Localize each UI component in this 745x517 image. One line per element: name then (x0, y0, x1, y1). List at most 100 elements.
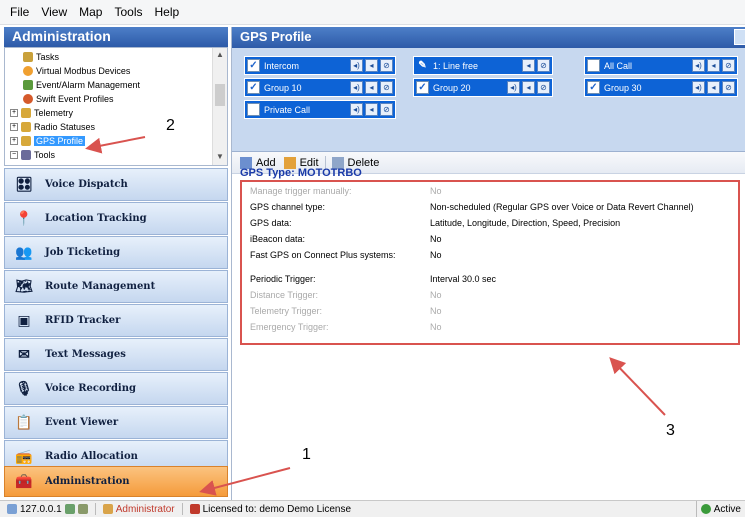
prop-value: Non-scheduled (Regular GPS over Voice or… (430, 202, 694, 212)
checkbox[interactable] (247, 103, 260, 116)
mute-icon[interactable]: ⊘ (380, 81, 393, 94)
channel-label: Group 20 (433, 82, 471, 93)
speaker-icon[interactable]: ◂) (350, 103, 363, 116)
modbus-icon (23, 66, 33, 76)
user-icon (102, 504, 113, 514)
prop-value: No (430, 250, 442, 260)
checkbox[interactable] (587, 59, 600, 72)
microphone-icon: 🎙 (15, 380, 33, 397)
scroll-up-icon[interactable]: ▲ (216, 50, 224, 59)
prop-value: No (430, 290, 442, 300)
tree-item-tasks[interactable]: Tasks (23, 51, 59, 63)
nav-text-messages[interactable]: ✉ Text Messages (4, 338, 228, 371)
user-text: Administrator (115, 503, 175, 515)
expand-icon[interactable]: + (10, 123, 18, 131)
status-active: Active (695, 501, 745, 517)
nav-voice-dispatch[interactable]: 🎛 Voice Dispatch (4, 168, 228, 201)
tree-item-gps-profile[interactable]: + GPS Profile (10, 135, 86, 147)
nav-event-viewer[interactable]: 📋 Event Viewer (4, 406, 228, 439)
checkbox[interactable]: ✓ (247, 59, 260, 72)
checkbox[interactable]: ✓ (416, 81, 429, 94)
tree-item-radio-statuses[interactable]: + Radio Statuses (10, 121, 95, 133)
rfid-icon: ▣ (17, 312, 31, 329)
radio-allocation-icon: 📻 (15, 448, 33, 465)
job-ticket-icon: 👥 (15, 244, 33, 261)
channel-private-call[interactable]: Private Call ◂) ◂ ⊘ (244, 100, 396, 119)
voice-dispatch-icon: 🎛 (15, 176, 33, 193)
menu-tools[interactable]: Tools (108, 5, 148, 19)
nav-label: Text Messages (45, 349, 126, 360)
collapse-icon[interactable]: − (10, 151, 18, 159)
prop-label: GPS channel type: (250, 202, 326, 212)
nav-voice-recording[interactable]: 🎙 Voice Recording (4, 372, 228, 405)
mute-icon[interactable]: ⊘ (537, 81, 550, 94)
mute-icon[interactable]: ⊘ (537, 59, 550, 72)
volume-icon[interactable]: ◂ (365, 103, 378, 116)
channel-group-30[interactable]: ✓ Group 30 ◂) ◂ ⊘ (584, 78, 738, 97)
channel-intercom[interactable]: ✓ Intercom ◂) ◂ ⊘ (244, 56, 396, 75)
prop-label: Emergency Trigger: (250, 322, 329, 332)
tree-item-label: Event/Alarm Management (36, 80, 141, 90)
tree-item-telemetry[interactable]: + Telemetry (10, 107, 73, 119)
volume-icon[interactable]: ◂ (707, 81, 720, 94)
scrollbar-thumb[interactable] (215, 84, 225, 106)
speaker-icon[interactable]: ◂) (692, 59, 705, 72)
panel-corner-button[interactable] (734, 29, 745, 45)
volume-icon[interactable]: ◂ (707, 59, 720, 72)
speaker-icon[interactable]: ◂) (507, 81, 520, 94)
volume-icon[interactable]: ◂ (522, 59, 535, 72)
speaker-icon[interactable]: ◂) (692, 81, 705, 94)
speaker-icon[interactable]: ◂) (350, 81, 363, 94)
tree-item-label: GPS Profile (34, 136, 86, 146)
mute-icon[interactable]: ⊘ (722, 81, 735, 94)
tree-item-swift-event-profiles[interactable]: Swift Event Profiles (23, 93, 114, 105)
telemetry-icon (21, 108, 31, 118)
tree-item-label: Virtual Modbus Devices (36, 66, 131, 76)
nav-label: Job Ticketing (45, 247, 121, 258)
link-icon: ✎ (418, 60, 427, 71)
administration-icon: 🧰 (15, 473, 33, 490)
gps-properties-box: Manage trigger manually: No GPS channel … (240, 180, 740, 345)
channel-all-call[interactable]: All Call ◂) ◂ ⊘ (584, 56, 738, 75)
mute-icon[interactable]: ⊘ (722, 59, 735, 72)
channel-label: 1: Line free (433, 60, 479, 71)
menu-view[interactable]: View (35, 5, 73, 19)
gps-profile-title: GPS Profile (232, 27, 745, 48)
annotation-label-1: 1 (302, 446, 311, 463)
prop-value: Latitude, Longitude, Direction, Speed, P… (430, 218, 621, 228)
volume-icon[interactable]: ◂ (365, 81, 378, 94)
nav-route-management[interactable]: 🗺 Route Management (4, 270, 228, 303)
annotation-label-2: 2 (166, 117, 175, 134)
menu-help[interactable]: Help (149, 5, 186, 19)
tree-item-virtual-modbus-devices[interactable]: Virtual Modbus Devices (23, 65, 130, 77)
nav-label: Route Management (45, 281, 156, 292)
nav-location-tracking[interactable]: 📍 Location Tracking (4, 202, 228, 235)
tree-item-tools[interactable]: − Tools (10, 149, 55, 161)
speaker-icon[interactable]: ◂) (350, 59, 363, 72)
menu-file[interactable]: File (4, 5, 35, 19)
checkbox[interactable]: ✓ (587, 81, 600, 94)
expand-icon[interactable]: + (10, 109, 18, 117)
tree-item-event-alarm-management[interactable]: Event/Alarm Management (23, 79, 140, 91)
nav-label: Event Viewer (45, 417, 119, 428)
nav-job-ticketing[interactable]: 👥 Job Ticketing (4, 236, 228, 269)
mute-icon[interactable]: ⊘ (380, 103, 393, 116)
volume-icon[interactable]: ◂ (365, 59, 378, 72)
tree-item-label: Swift Event Profiles (36, 94, 114, 104)
nav-rfid-tracker[interactable]: ▣ RFID Tracker (4, 304, 228, 337)
checkbox[interactable]: ✓ (247, 81, 260, 94)
menu-map[interactable]: Map (73, 5, 108, 19)
scroll-down-icon[interactable]: ▼ (216, 152, 224, 161)
channel-group-10[interactable]: ✓ Group 10 ◂) ◂ ⊘ (244, 78, 396, 97)
tree-scrollbar[interactable]: ▲ ▼ (212, 48, 227, 165)
volume-icon[interactable]: ◂ (522, 81, 535, 94)
channel-group-20[interactable]: ✓ Group 20 ◂) ◂ ⊘ (413, 78, 553, 97)
tree-item-label: Telemetry (34, 108, 74, 118)
mute-icon[interactable]: ⊘ (380, 59, 393, 72)
nav-label: Voice Recording (45, 383, 136, 394)
license-text: Licensed to: demo Demo License (202, 503, 352, 515)
nav-administration[interactable]: 🧰 Administration (4, 466, 228, 497)
channel-line-free[interactable]: ✎ 1: Line free ◂ ⊘ (413, 56, 553, 75)
expand-icon[interactable]: + (10, 137, 18, 145)
event-viewer-icon: 📋 (15, 414, 33, 431)
